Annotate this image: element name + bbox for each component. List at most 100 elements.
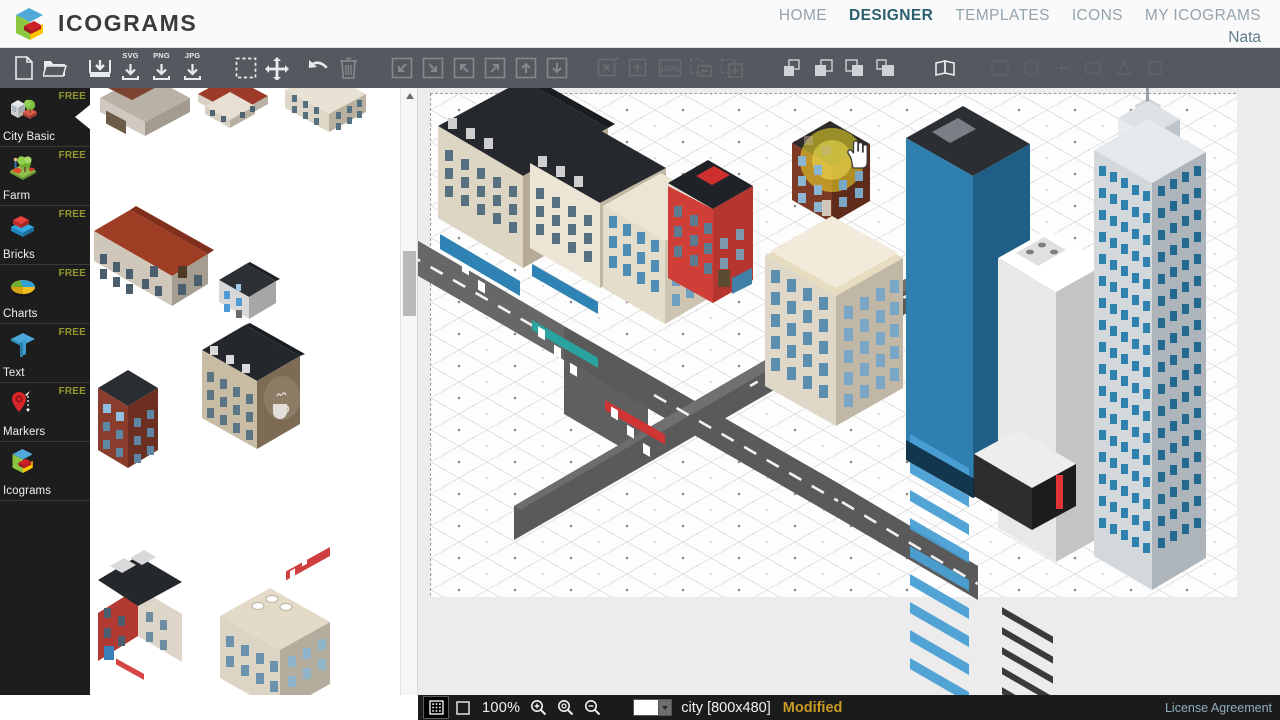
sidebar-item-charts[interactable]: FREE Charts: [0, 265, 90, 324]
move-down-left-icon[interactable]: [388, 52, 415, 84]
zoom-in-icon[interactable]: [553, 697, 577, 718]
sidebar-item-label: Icograms: [3, 485, 52, 497]
bring-forward-icon[interactable]: [810, 52, 837, 84]
marquee-select-icon[interactable]: [232, 52, 259, 84]
zoom-fit-icon[interactable]: [526, 697, 550, 718]
farm-tree-icon: [8, 151, 38, 181]
icon-palette[interactable]: [90, 88, 418, 720]
sidebar-item-city-basic[interactable]: FREE City Basic: [0, 88, 90, 147]
design-canvas[interactable]: [418, 88, 1280, 695]
book-flip-icon[interactable]: [931, 52, 958, 84]
zoom-out-icon[interactable]: [580, 697, 604, 718]
sidebar-item-label: City Basic: [3, 131, 56, 143]
zoom-level: 100%: [482, 699, 521, 716]
palette-scrollbar[interactable]: [400, 88, 417, 720]
document-name: city [800x480]: [681, 699, 771, 716]
sidebar-item-icograms[interactable]: Icograms: [0, 442, 90, 501]
category-sidebar: FREE City Basic FREE Farm FREE Bricks FR…: [0, 88, 90, 720]
user-name[interactable]: Nata: [760, 28, 1272, 48]
send-backward-icon[interactable]: [841, 52, 868, 84]
scale-multiply-icon[interactable]: [594, 52, 621, 84]
chevron-up-icon[interactable]: [401, 88, 417, 103]
sidebar-empty-space: [0, 501, 90, 720]
nav-item-icons[interactable]: ICONS: [1061, 4, 1134, 28]
shrink-icon[interactable]: [687, 52, 714, 84]
nav-item-my-icograms[interactable]: MY ICOGRAMS: [1134, 4, 1272, 28]
square-outline-icon[interactable]: [451, 697, 475, 718]
move-up-right-icon[interactable]: [481, 52, 508, 84]
free-badge: FREE: [58, 386, 86, 397]
export-svg-icon[interactable]: SVG: [117, 51, 144, 84]
free-badge: FREE: [58, 268, 86, 279]
toolbar-group-disabled: [984, 48, 1170, 88]
export-jpg-label: JPG: [184, 51, 201, 60]
bring-to-front-icon[interactable]: [779, 52, 806, 84]
move-down-icon[interactable]: [543, 52, 570, 84]
scale-100-percent-icon[interactable]: 100%: [656, 52, 683, 84]
sidebar-item-label: Bricks: [3, 249, 35, 261]
sidebar-item-label: Farm: [3, 190, 31, 202]
map-marker-icon: [8, 387, 38, 417]
move-down-right-icon[interactable]: [419, 52, 446, 84]
sidebar-item-label: Charts: [3, 308, 38, 320]
palette-item-house-red-roof-small: [198, 88, 268, 128]
sidebar-item-bricks[interactable]: FREE Bricks: [0, 206, 90, 265]
brand[interactable]: ICOGRAMS: [0, 4, 197, 44]
free-badge: FREE: [58, 209, 86, 220]
blue-skyscraper-tall[interactable]: [1094, 88, 1206, 590]
move-up-left-icon[interactable]: [450, 52, 477, 84]
background-color-swatch[interactable]: [633, 699, 660, 716]
icograms-designer-app: ICOGRAMS HOME DESIGNER TEMPLATES ICONS M…: [0, 0, 1280, 720]
palette-item-house-garage-gray: [100, 88, 190, 136]
grid-icon[interactable]: [423, 696, 449, 719]
move-icon[interactable]: [263, 52, 290, 84]
export-svg-label: SVG: [122, 51, 139, 60]
export-png-icon[interactable]: PNG: [148, 51, 175, 84]
toolbar-group-file: [8, 48, 70, 88]
sidebar-item-label: Markers: [3, 426, 46, 438]
background-color-dropdown-icon[interactable]: [659, 699, 673, 716]
send-to-back-icon[interactable]: [872, 52, 899, 84]
disabled-tool-4-icon: [1079, 52, 1106, 84]
toolbar: SVG PNG JPG 100%: [0, 48, 1280, 88]
palette-item-house-red-roof-large: [94, 206, 214, 306]
export-jpg-icon[interactable]: JPG: [179, 51, 206, 84]
toolbar-group-order: [777, 48, 901, 88]
disabled-tool-6-icon: [1141, 52, 1168, 84]
scale-plus-icon[interactable]: [625, 52, 652, 84]
stretch-icon[interactable]: [718, 52, 745, 84]
save-download-icon[interactable]: [86, 52, 113, 84]
undo-icon[interactable]: [304, 52, 331, 84]
pie-chart-icon: [8, 269, 38, 299]
nav-item-home[interactable]: HOME: [768, 4, 838, 28]
disabled-tool-2-icon: [1017, 52, 1044, 84]
trash-icon[interactable]: [335, 52, 362, 84]
toolbar-group-scale: 100%: [592, 48, 747, 88]
open-folder-icon[interactable]: [41, 52, 68, 84]
brick-apartment-highlighted[interactable]: [792, 121, 870, 223]
nav-item-designer[interactable]: DESIGNER: [838, 4, 944, 28]
toolbar-group-export: SVG PNG JPG: [84, 48, 208, 88]
move-up-icon[interactable]: [512, 52, 539, 84]
sidebar-item-markers[interactable]: FREE Markers: [0, 383, 90, 442]
sidebar-item-farm[interactable]: FREE Farm: [0, 147, 90, 206]
svg-text:100%: 100%: [659, 65, 679, 74]
free-badge: FREE: [58, 150, 86, 161]
toolbar-group-nudge: [386, 48, 572, 88]
new-file-icon[interactable]: [10, 52, 37, 84]
sidebar-item-text[interactable]: FREE Text: [0, 324, 90, 383]
beige-office-block[interactable]: [765, 216, 903, 426]
palette-item-townhouse-brick-dark: [98, 370, 158, 468]
nav-item-templates[interactable]: TEMPLATES: [944, 4, 1061, 28]
palette-items: [90, 88, 400, 720]
status-bar: 100% city [800x480] Modified License Agr…: [418, 695, 1280, 720]
canvas-objects: [418, 88, 1206, 695]
toolbar-group-view: [929, 48, 960, 88]
low-black-building[interactable]: [974, 430, 1076, 695]
palette-item-shop-beige-awning: [220, 541, 330, 712]
text-t-icon: [8, 328, 38, 358]
license-agreement-link[interactable]: License Agreement: [1165, 701, 1272, 715]
bricks-icon: [8, 210, 38, 240]
scrollbar-thumb[interactable]: [403, 251, 416, 316]
disabled-tool-1-icon: [986, 52, 1013, 84]
